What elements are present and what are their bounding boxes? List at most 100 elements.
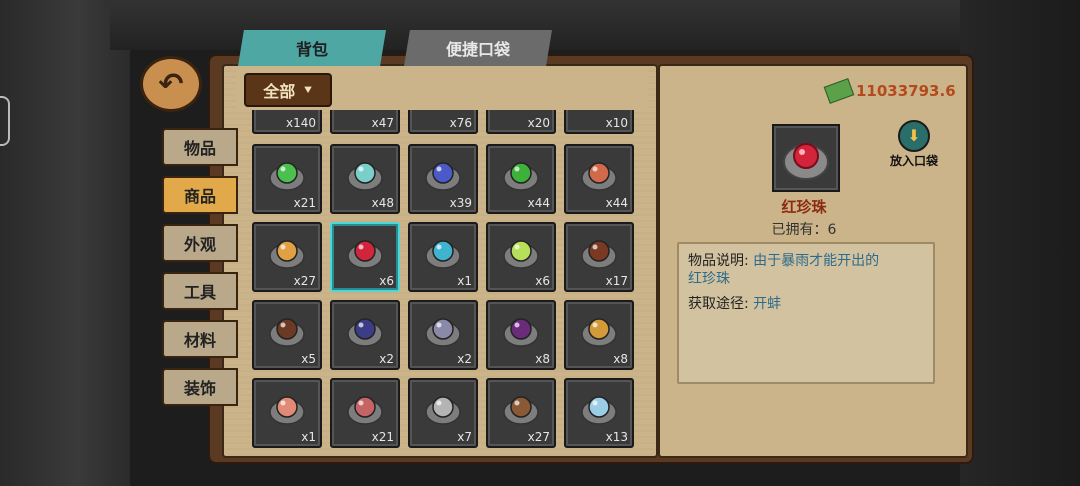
inventory-slot[interactable]: x20 <box>486 110 556 134</box>
item-count: x6 <box>535 274 550 288</box>
category-tab-materials[interactable]: 材料 <box>162 320 238 358</box>
category-tab-decor[interactable]: 装饰 <box>162 368 238 406</box>
item-count: x44 <box>605 196 628 210</box>
description-line-1: 物品说明: 由于暴雨才能开出的 <box>688 250 879 270</box>
background-right <box>960 0 1080 486</box>
item-count: x17 <box>605 274 628 288</box>
inventory-slot-selected[interactable]: x6 <box>330 222 400 292</box>
put-in-pocket-button[interactable]: ⬇ 放入口袋 <box>886 120 942 168</box>
item-count: x27 <box>293 274 316 288</box>
owned-value: 6 <box>827 222 837 238</box>
inventory-slot[interactable]: x8 <box>564 300 634 370</box>
system-edge-handle[interactable] <box>0 96 10 146</box>
item-name: 红珍珠 <box>781 198 827 216</box>
item-grid: x140 x47 x76 x20 x10 x21 x48 x39 x44 x44 x27 x6 x1 x6… <box>236 110 648 448</box>
put-in-pocket-label: 放入口袋 <box>889 154 938 168</box>
item-count: x39 <box>449 196 472 210</box>
back-arrow-icon: ↶ <box>158 66 184 102</box>
inventory-slot[interactable]: x1 <box>252 378 322 448</box>
pearl-necklace-box-icon <box>425 318 461 347</box>
item-count: x48 <box>371 196 394 210</box>
inventory-slot[interactable]: x2 <box>330 300 400 370</box>
striped-pearl-icon <box>581 162 617 191</box>
background-left <box>0 0 130 486</box>
source-label: 获取途径: <box>688 296 749 312</box>
inventory-slot[interactable]: x10 <box>564 110 634 134</box>
item-count: x5 <box>301 352 316 366</box>
inventory-slot[interactable]: x8 <box>486 300 556 370</box>
category-tab-appearance[interactable]: 外观 <box>162 224 238 262</box>
item-count: x44 <box>527 196 550 210</box>
item-count: x21 <box>371 430 394 444</box>
inventory-slot[interactable]: x7 <box>408 378 478 448</box>
item-count: x8 <box>613 352 628 366</box>
inventory-slot[interactable]: x21 <box>330 378 400 448</box>
inventory-slot[interactable]: x27 <box>486 378 556 448</box>
item-count: x76 <box>449 116 472 130</box>
ring-box-icon <box>581 240 617 269</box>
download-tray-icon: ⬇ <box>898 120 930 152</box>
gold-pendant-icon <box>581 318 617 347</box>
item-count: x27 <box>527 430 550 444</box>
lime-orb-stand-icon <box>503 240 539 269</box>
filter-dropdown[interactable]: 全部 ⯆ <box>244 73 332 107</box>
tab-pocket[interactable]: 便捷口袋 <box>404 30 552 66</box>
jewelry-tray-icon <box>269 396 305 425</box>
inventory-slot[interactable]: x27 <box>252 222 322 292</box>
inventory-slot[interactable]: x13 <box>564 378 634 448</box>
green-pearl-icon <box>503 162 539 191</box>
blue-pearl-icon <box>425 162 461 191</box>
item-count: x2 <box>379 352 394 366</box>
inventory-slot[interactable]: x39 <box>408 144 478 214</box>
water-bottle-icon <box>581 396 617 425</box>
inventory-slot[interactable]: x5 <box>252 300 322 370</box>
inventory-slot[interactable]: x44 <box>564 144 634 214</box>
red-pearl-icon <box>347 240 383 269</box>
item-count: x20 <box>527 116 550 130</box>
detail-item-slot <box>772 124 840 192</box>
makeup-palette-icon <box>347 396 383 425</box>
earring-box-icon <box>269 318 305 347</box>
item-count: x21 <box>293 196 316 210</box>
thermos-icon <box>425 396 461 425</box>
money-display: 11033793.6 <box>823 78 956 104</box>
owned-label: 已拥有： <box>771 222 828 238</box>
item-count: x13 <box>605 430 628 444</box>
item-count: x6 <box>379 274 394 288</box>
item-count: x10 <box>605 116 628 130</box>
source-line: 获取途径: 开蚌 <box>688 293 781 313</box>
filter-label: 全部 <box>263 82 296 101</box>
item-count: x2 <box>457 352 472 366</box>
green-orb-stand-icon <box>269 162 305 191</box>
source-text: 开蚌 <box>753 296 782 312</box>
back-button[interactable]: ↶ <box>140 56 202 112</box>
inventory-slot[interactable]: x21 <box>252 144 322 214</box>
pearl-on-leaf-icon <box>347 162 383 191</box>
inventory-slot[interactable]: x140 <box>252 110 322 134</box>
double-chevron-down-icon: ⯆ <box>303 82 313 97</box>
owned-count: 已拥有：6 <box>740 219 868 239</box>
inventory-slot[interactable]: x76 <box>408 110 478 134</box>
inventory-slot[interactable]: x6 <box>486 222 556 292</box>
tab-bag[interactable]: 背包 <box>238 30 386 66</box>
cyan-pearl-leaf-icon <box>425 240 461 269</box>
inventory-slot[interactable]: x2 <box>408 300 478 370</box>
inventory-slot[interactable]: x48 <box>330 144 400 214</box>
inventory-slot[interactable]: x47 <box>330 110 400 134</box>
money-value: 11033793.6 <box>856 82 956 100</box>
purple-ring-box-icon <box>503 318 539 347</box>
item-count: x1 <box>301 430 316 444</box>
category-tab-goods[interactable]: 商品 <box>162 176 238 214</box>
description-text-2: 红珍珠 <box>688 271 730 287</box>
red-pearl-icon <box>783 143 829 180</box>
inventory-slot[interactable]: x17 <box>564 222 634 292</box>
amber-pearl-icon <box>269 240 305 269</box>
item-count: x7 <box>457 430 472 444</box>
inventory-slot[interactable]: x1 <box>408 222 478 292</box>
category-tab-items[interactable]: 物品 <box>162 128 238 166</box>
cash-stack-icon <box>823 78 855 104</box>
description-text-1: 由于暴雨才能开出的 <box>753 253 880 269</box>
category-tab-tools[interactable]: 工具 <box>162 272 238 310</box>
description-label: 物品说明: <box>688 253 749 269</box>
inventory-slot[interactable]: x44 <box>486 144 556 214</box>
